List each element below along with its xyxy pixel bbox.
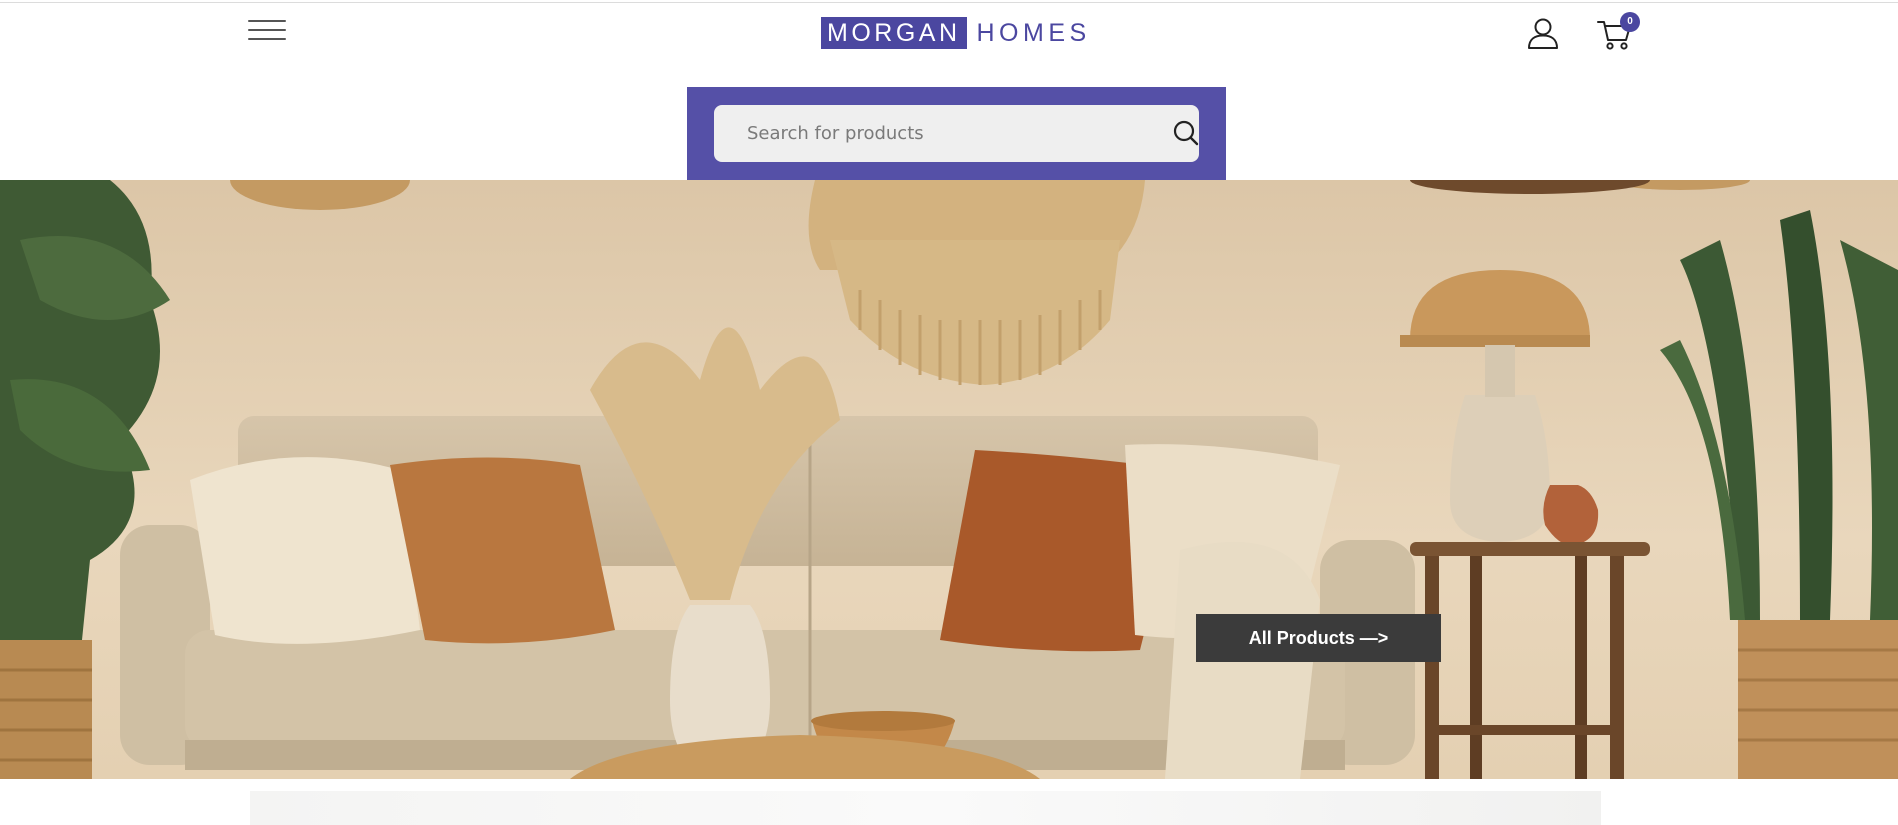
next-section-preview xyxy=(250,791,1601,825)
site-logo[interactable]: MORGAN HOMES xyxy=(821,17,1091,49)
user-icon[interactable] xyxy=(1526,16,1560,50)
search-box xyxy=(714,105,1199,162)
hamburger-line xyxy=(248,20,286,22)
hamburger-icon[interactable] xyxy=(246,18,288,44)
search-icon[interactable] xyxy=(1172,119,1200,147)
site-header: MORGAN HOMES 0 xyxy=(0,0,1898,70)
all-products-button[interactable]: All Products —> xyxy=(1196,614,1441,662)
hamburger-line xyxy=(248,38,286,40)
hero-image xyxy=(0,180,1898,779)
search-band xyxy=(687,87,1226,180)
hero-banner xyxy=(0,180,1898,779)
search-input[interactable] xyxy=(714,105,1134,162)
logo-secondary: HOMES xyxy=(976,19,1091,47)
cart-count-badge: 0 xyxy=(1620,12,1640,32)
hamburger-line xyxy=(248,29,286,31)
logo-primary: MORGAN xyxy=(821,17,967,49)
